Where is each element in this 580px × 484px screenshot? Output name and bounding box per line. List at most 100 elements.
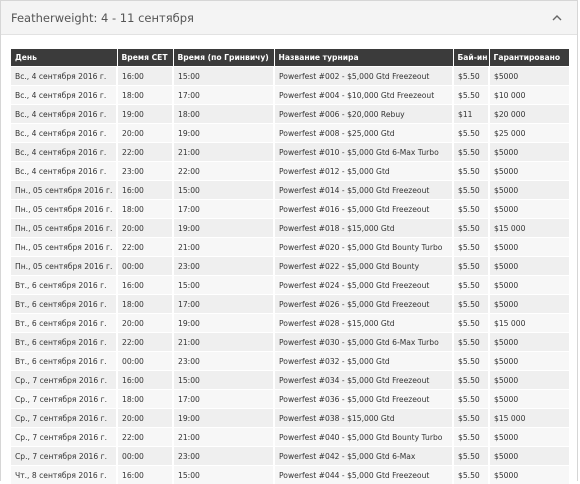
guaranteed-cell: $5000 [489, 295, 569, 314]
table-row: Вс., 4 сентября 2016 г.16:0015:00Powerfe… [11, 67, 569, 86]
buyin-cell: $11 [453, 105, 489, 124]
day-cell: Пн., 05 сентября 2016 г. [11, 257, 117, 276]
schedule-table: ДеньВремя CETВремя (по Гринвичу)Название… [11, 49, 569, 484]
buyin-cell: $5.50 [453, 238, 489, 257]
guaranteed-cell: $5000 [489, 447, 569, 466]
tournament-name-cell: Powerfest #006 - $20,000 Rebuy [274, 105, 453, 124]
guaranteed-cell: $5000 [489, 162, 569, 181]
day-cell: Ср., 7 сентября 2016 г. [11, 428, 117, 447]
day-cell: Вс., 4 сентября 2016 г. [11, 105, 117, 124]
buyin-cell: $5.50 [453, 390, 489, 409]
table-row: Пн., 05 сентября 2016 г.20:0019:00Powerf… [11, 219, 569, 238]
day-cell: Вс., 4 сентября 2016 г. [11, 67, 117, 86]
day-cell: Вс., 4 сентября 2016 г. [11, 86, 117, 105]
tournament-name-cell: Powerfest #004 - $10,000 Gtd Freezeout [274, 86, 453, 105]
time-cet-cell: 23:00 [117, 162, 173, 181]
col-buyin-header: Бай-ин [453, 49, 489, 67]
time-cet-cell: 16:00 [117, 371, 173, 390]
buyin-cell: $5.50 [453, 257, 489, 276]
time-gmt-cell: 21:00 [173, 143, 274, 162]
time-gmt-cell: 19:00 [173, 219, 274, 238]
tournament-name-cell: Powerfest #034 - $5,000 Gtd Freezeout [274, 371, 453, 390]
panel-header[interactable]: Featherweight: 4 - 11 сентября [1, 1, 577, 35]
col-guaranteed-header: Гарантировано [489, 49, 569, 67]
buyin-cell: $5.50 [453, 352, 489, 371]
table-row: Вт., 6 сентября 2016 г.22:0021:00Powerfe… [11, 333, 569, 352]
guaranteed-cell: $5000 [489, 181, 569, 200]
buyin-cell: $5.50 [453, 466, 489, 484]
guaranteed-cell: $15 000 [489, 219, 569, 238]
tournament-name-cell: Powerfest #008 - $25,000 Gtd [274, 124, 453, 143]
table-row: Пн., 05 сентября 2016 г.22:0021:00Powerf… [11, 238, 569, 257]
time-cet-cell: 22:00 [117, 428, 173, 447]
buyin-cell: $5.50 [453, 124, 489, 143]
time-gmt-cell: 15:00 [173, 181, 274, 200]
day-cell: Вс., 4 сентября 2016 г. [11, 162, 117, 181]
guaranteed-cell: $10 000 [489, 86, 569, 105]
time-gmt-cell: 15:00 [173, 276, 274, 295]
buyin-cell: $5.50 [453, 447, 489, 466]
day-cell: Чт., 8 сентября 2016 г. [11, 466, 117, 484]
day-cell: Ср., 7 сентября 2016 г. [11, 409, 117, 428]
time-gmt-cell: 21:00 [173, 238, 274, 257]
buyin-cell: $5.50 [453, 409, 489, 428]
guaranteed-cell: $5000 [489, 428, 569, 447]
time-gmt-cell: 21:00 [173, 333, 274, 352]
buyin-cell: $5.50 [453, 371, 489, 390]
day-cell: Ср., 7 сентября 2016 г. [11, 447, 117, 466]
col-time-cet-header: Время CET [117, 49, 173, 67]
guaranteed-cell: $5000 [489, 276, 569, 295]
chevron-up-icon[interactable] [549, 10, 565, 26]
time-gmt-cell: 19:00 [173, 124, 274, 143]
day-cell: Пн., 05 сентября 2016 г. [11, 181, 117, 200]
time-gmt-cell: 17:00 [173, 86, 274, 105]
time-gmt-cell: 15:00 [173, 466, 274, 484]
time-cet-cell: 22:00 [117, 238, 173, 257]
time-cet-cell: 20:00 [117, 314, 173, 333]
tournament-name-cell: Powerfest #014 - $5,000 Gtd Freezeout [274, 181, 453, 200]
time-cet-cell: 20:00 [117, 409, 173, 428]
day-cell: Пн., 05 сентября 2016 г. [11, 200, 117, 219]
tournament-name-cell: Powerfest #028 - $15,000 Gtd [274, 314, 453, 333]
time-cet-cell: 22:00 [117, 143, 173, 162]
time-cet-cell: 18:00 [117, 200, 173, 219]
day-cell: Вт., 6 сентября 2016 г. [11, 352, 117, 371]
tournament-name-cell: Powerfest #026 - $5,000 Gtd Freezeout [274, 295, 453, 314]
time-cet-cell: 20:00 [117, 219, 173, 238]
table-row: Вс., 4 сентября 2016 г.19:0018:00Powerfe… [11, 105, 569, 124]
buyin-cell: $5.50 [453, 181, 489, 200]
time-cet-cell: 16:00 [117, 181, 173, 200]
table-header: ДеньВремя CETВремя (по Гринвичу)Название… [11, 49, 569, 67]
day-cell: Вт., 6 сентября 2016 г. [11, 276, 117, 295]
day-cell: Вт., 6 сентября 2016 г. [11, 333, 117, 352]
time-gmt-cell: 19:00 [173, 409, 274, 428]
time-gmt-cell: 23:00 [173, 352, 274, 371]
tournament-name-cell: Powerfest #020 - $5,000 Gtd Bounty Turbo [274, 238, 453, 257]
time-gmt-cell: 19:00 [173, 314, 274, 333]
tournament-name-cell: Powerfest #012 - $5,000 Gtd [274, 162, 453, 181]
buyin-cell: $5.50 [453, 276, 489, 295]
buyin-cell: $5.50 [453, 295, 489, 314]
guaranteed-cell: $20 000 [489, 105, 569, 124]
tournament-name-cell: Powerfest #024 - $5,000 Gtd Freezeout [274, 276, 453, 295]
table-row: Ср., 7 сентября 2016 г.22:0021:00Powerfe… [11, 428, 569, 447]
time-gmt-cell: 22:00 [173, 162, 274, 181]
table-body: Вс., 4 сентября 2016 г.16:0015:00Powerfe… [11, 67, 569, 484]
panel-title: Featherweight: 4 - 11 сентября [11, 11, 549, 25]
table-row: Вс., 4 сентября 2016 г.22:0021:00Powerfe… [11, 143, 569, 162]
table-row: Вт., 6 сентября 2016 г.16:0015:00Powerfe… [11, 276, 569, 295]
buyin-cell: $5.50 [453, 314, 489, 333]
time-gmt-cell: 15:00 [173, 67, 274, 86]
time-cet-cell: 16:00 [117, 466, 173, 484]
day-cell: Вс., 4 сентября 2016 г. [11, 124, 117, 143]
day-cell: Ср., 7 сентября 2016 г. [11, 371, 117, 390]
time-gmt-cell: 21:00 [173, 428, 274, 447]
guaranteed-cell: $5000 [489, 390, 569, 409]
table-row: Ср., 7 сентября 2016 г.00:0023:00Powerfe… [11, 447, 569, 466]
time-cet-cell: 18:00 [117, 295, 173, 314]
day-cell: Пн., 05 сентября 2016 г. [11, 219, 117, 238]
table-row: Вт., 6 сентября 2016 г.20:0019:00Powerfe… [11, 314, 569, 333]
time-cet-cell: 16:00 [117, 276, 173, 295]
time-cet-cell: 18:00 [117, 390, 173, 409]
guaranteed-cell: $5000 [489, 143, 569, 162]
